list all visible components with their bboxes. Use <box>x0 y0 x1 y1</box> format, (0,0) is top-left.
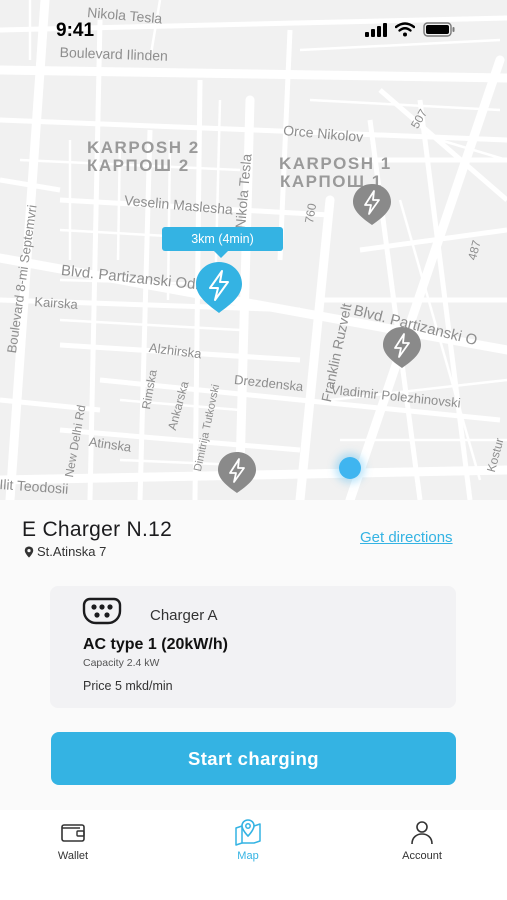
charger-price: Price 5 mkd/min <box>83 679 173 693</box>
charger-pin[interactable] <box>381 325 423 369</box>
tab-label: Map <box>237 850 259 862</box>
tab-label: Wallet <box>57 850 89 862</box>
station-name: E Charger N.12 <box>22 518 173 541</box>
district-label: KARPOSH 1 <box>279 154 392 173</box>
charger-type: AC type 1 (20kW/h) <box>83 636 228 653</box>
status-icons <box>365 22 455 37</box>
street-label: Kairska <box>33 294 79 312</box>
location-pin-icon <box>24 546 34 557</box>
wifi-icon <box>395 22 415 37</box>
map-view[interactable]: Nikola Tesla Boulevard Ilinden Orce Niko… <box>0 0 507 500</box>
district-label: KARPOSH 2 <box>87 138 200 157</box>
charger-capacity: Capacity 2.4 kW <box>83 657 160 669</box>
station-address-text: St.Atinska 7 <box>37 544 107 559</box>
start-charging-button[interactable]: Start charging <box>51 732 456 785</box>
tab-bar: Wallet Map Account <box>0 810 507 900</box>
station-address: St.Atinska 7 <box>24 544 106 559</box>
charger-pin[interactable] <box>351 182 393 226</box>
distance-bubble: 3km (4min) <box>162 227 283 258</box>
district-label: КАРПОШ 2 <box>87 156 190 175</box>
account-icon <box>411 821 433 845</box>
station-sheet: E Charger N.12 St.Atinska 7 Get directio… <box>0 500 507 810</box>
get-directions-link[interactable]: Get directions <box>360 529 453 546</box>
cellular-signal-icon <box>365 22 387 37</box>
battery-icon <box>423 22 455 37</box>
map-pin-icon <box>235 819 261 846</box>
tab-label: Account <box>402 850 442 862</box>
charger-card[interactable]: Charger A AC type 1 (20kW/h) Capacity 2.… <box>50 586 456 708</box>
wallet-icon <box>61 824 85 842</box>
status-time: 9:41 <box>56 20 95 41</box>
charger-name: Charger A <box>150 607 218 624</box>
charger-pin[interactable] <box>216 450 258 494</box>
tab-map[interactable]: Map <box>203 818 293 862</box>
tab-account[interactable]: Account <box>377 818 467 862</box>
tab-wallet[interactable]: Wallet <box>28 818 118 862</box>
status-bar: 9:41 <box>0 0 507 56</box>
user-location-dot <box>339 457 361 479</box>
selected-charger-pin[interactable] <box>194 260 244 314</box>
ev-plug-type1-icon <box>82 597 122 625</box>
